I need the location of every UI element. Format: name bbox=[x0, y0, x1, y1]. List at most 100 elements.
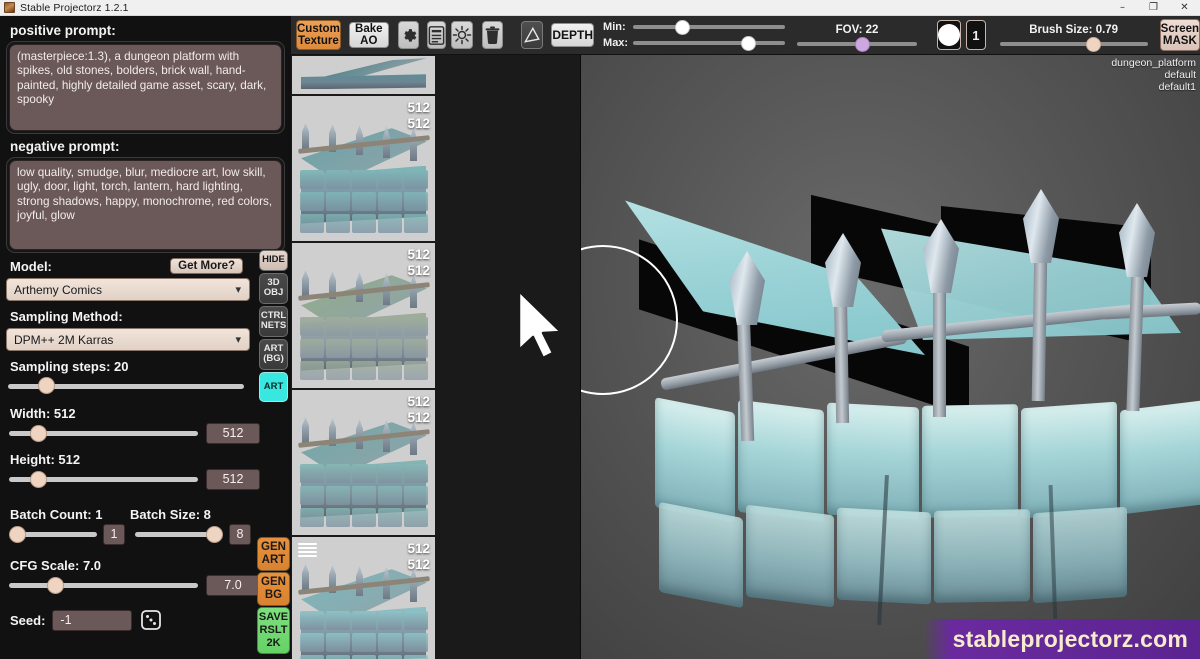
tab-ctrl-nets[interactable]: CTRL NETS bbox=[259, 305, 288, 337]
window-titlebar: Stable Projectorz 1.2.1 – ❐ ✕ bbox=[0, 0, 1200, 16]
brick-row bbox=[300, 192, 428, 211]
batch-size-value-field[interactable]: 8 bbox=[229, 524, 251, 545]
get-more-button[interactable]: Get More? bbox=[170, 258, 243, 274]
gen-art-button[interactable]: GEN ART bbox=[257, 537, 290, 571]
brick bbox=[326, 170, 350, 189]
top-toolbar: Custom Texture Bake AO DEPTH Min: Max: F… bbox=[291, 16, 1200, 55]
slider-knob[interactable] bbox=[38, 377, 55, 394]
brick bbox=[352, 508, 376, 527]
brick bbox=[326, 214, 350, 233]
max-slider[interactable] bbox=[633, 35, 786, 51]
height-row: 512 bbox=[6, 469, 285, 490]
layers-list-button[interactable] bbox=[426, 21, 447, 49]
cfg-scale-slider[interactable] bbox=[9, 576, 198, 596]
depth-button[interactable]: DEPTH bbox=[551, 23, 595, 47]
settings-button[interactable] bbox=[397, 21, 419, 49]
slider-knob[interactable] bbox=[9, 525, 26, 543]
seed-label: Seed: bbox=[10, 613, 46, 628]
fov-slider[interactable] bbox=[797, 36, 918, 52]
save-result-2k-button[interactable]: SAVE RSLT 2K bbox=[257, 607, 290, 654]
brick-row bbox=[300, 464, 428, 483]
thumbnail-4[interactable]: 512 512 bbox=[292, 537, 435, 659]
brick bbox=[378, 317, 402, 336]
brick bbox=[404, 214, 428, 233]
slider-knob[interactable] bbox=[47, 576, 64, 594]
min-slider[interactable] bbox=[633, 19, 786, 35]
brick-row bbox=[300, 508, 428, 527]
gen-art-line1: GEN bbox=[261, 541, 286, 553]
viewport-3d[interactable]: dungeon_platform default default1 stable… bbox=[581, 55, 1200, 659]
slider-knob[interactable] bbox=[1085, 36, 1101, 52]
generate-button-strip: GEN ART GEN BG SAVE RSLT 2K bbox=[257, 537, 290, 655]
delete-button[interactable] bbox=[482, 21, 504, 49]
positive-prompt-input[interactable]: (masterpiece:1.3), a dungeon platform wi… bbox=[9, 44, 282, 131]
custom-texture-button[interactable]: Custom Texture bbox=[296, 20, 341, 50]
seed-row: Seed: -1 bbox=[6, 608, 285, 632]
thumbnail-0[interactable] bbox=[292, 56, 435, 94]
brick bbox=[404, 361, 428, 380]
tab-art-bg[interactable]: ART (BG) bbox=[259, 338, 288, 370]
thumbnail-height-label: 512 bbox=[407, 410, 430, 425]
mesh-view-button[interactable] bbox=[521, 21, 544, 49]
seed-input[interactable]: -1 bbox=[52, 609, 133, 631]
app-window: Stable Projectorz 1.2.1 – ❐ ✕ positive p… bbox=[0, 0, 1200, 659]
screen-mask-button[interactable]: Screen MASK bbox=[1159, 19, 1200, 51]
thumbnail-2[interactable]: 512 512 bbox=[292, 243, 435, 388]
slider-knob[interactable] bbox=[675, 19, 691, 35]
thumbnail-height-label: 512 bbox=[407, 557, 430, 572]
slider-knob[interactable] bbox=[30, 424, 47, 442]
brush-size-slider[interactable] bbox=[999, 36, 1148, 52]
list-icon bbox=[428, 25, 445, 45]
lighting-button[interactable] bbox=[451, 21, 474, 49]
model-label: Model: bbox=[10, 259, 52, 274]
brush-color-swatch[interactable] bbox=[937, 20, 962, 50]
height-value-field[interactable]: 512 bbox=[206, 469, 260, 490]
maximize-button[interactable]: ❐ bbox=[1138, 0, 1169, 16]
negative-prompt-input[interactable]: low quality, smudge, blur, mediocre art,… bbox=[9, 160, 282, 250]
gen-bg-button[interactable]: GEN BG bbox=[257, 572, 290, 606]
bake-ao-button[interactable]: Bake AO bbox=[348, 22, 389, 48]
brick bbox=[300, 317, 324, 336]
brick bbox=[352, 214, 376, 233]
tab-hide[interactable]: HIDE bbox=[259, 250, 288, 271]
slider-knob[interactable] bbox=[741, 35, 757, 51]
mode-tabstrip: HIDE 3D OBJ CTRL NETS ART (BG) ART bbox=[259, 250, 288, 404]
cfg-scale-value-field[interactable]: 7.0 bbox=[206, 575, 260, 596]
dice-icon[interactable] bbox=[139, 608, 163, 632]
tab-art[interactable]: ART bbox=[259, 371, 288, 402]
sampling-method-select[interactable]: DPM++ 2M Karras ▾ bbox=[6, 328, 250, 351]
window-title: Stable Projectorz 1.2.1 bbox=[20, 1, 129, 14]
slider-knob[interactable] bbox=[30, 470, 47, 488]
brick bbox=[404, 170, 428, 189]
batch-count-value-field[interactable]: 1 bbox=[103, 524, 125, 545]
minimize-button[interactable]: – bbox=[1107, 0, 1138, 16]
close-button[interactable]: ✕ bbox=[1169, 0, 1200, 16]
thumbnail-1[interactable]: 512 512 bbox=[292, 96, 435, 241]
watermark-banner: stableprojectorz.com bbox=[922, 619, 1200, 659]
batch-sliders-row: 1 8 bbox=[6, 524, 285, 545]
brick bbox=[300, 633, 324, 652]
results-gallery[interactable]: 5125125125125125125125125125125125125125… bbox=[291, 55, 580, 659]
negative-prompt-label: negative prompt: bbox=[10, 139, 120, 154]
height-slider[interactable] bbox=[9, 470, 198, 490]
tab-3d-obj[interactable]: 3D OBJ bbox=[259, 272, 288, 304]
brush-slot-button[interactable]: 1 bbox=[966, 20, 986, 50]
brick-row bbox=[300, 339, 428, 358]
slider-knob[interactable] bbox=[206, 525, 223, 543]
light-bulb-icon bbox=[453, 25, 472, 45]
slider-knob[interactable] bbox=[855, 36, 871, 52]
brick-row bbox=[300, 633, 428, 652]
width-slider[interactable] bbox=[9, 424, 198, 444]
watermark-text: stableprojectorz.com bbox=[952, 625, 1188, 652]
sampling-steps-slider[interactable] bbox=[8, 376, 244, 396]
cfg-scale-label: CFG Scale: 7.0 bbox=[10, 558, 102, 573]
thumbnail-3[interactable]: 512 512 bbox=[292, 390, 435, 535]
model-select[interactable]: Arthemy Comics ▾ bbox=[6, 278, 250, 301]
brick bbox=[300, 361, 324, 380]
brick bbox=[300, 611, 324, 630]
batch-size-slider[interactable] bbox=[135, 525, 223, 545]
width-value-field[interactable]: 512 bbox=[206, 423, 260, 444]
batch-count-slider[interactable] bbox=[9, 525, 97, 545]
brick bbox=[378, 170, 402, 189]
hamburger-menu-icon[interactable] bbox=[298, 543, 317, 557]
